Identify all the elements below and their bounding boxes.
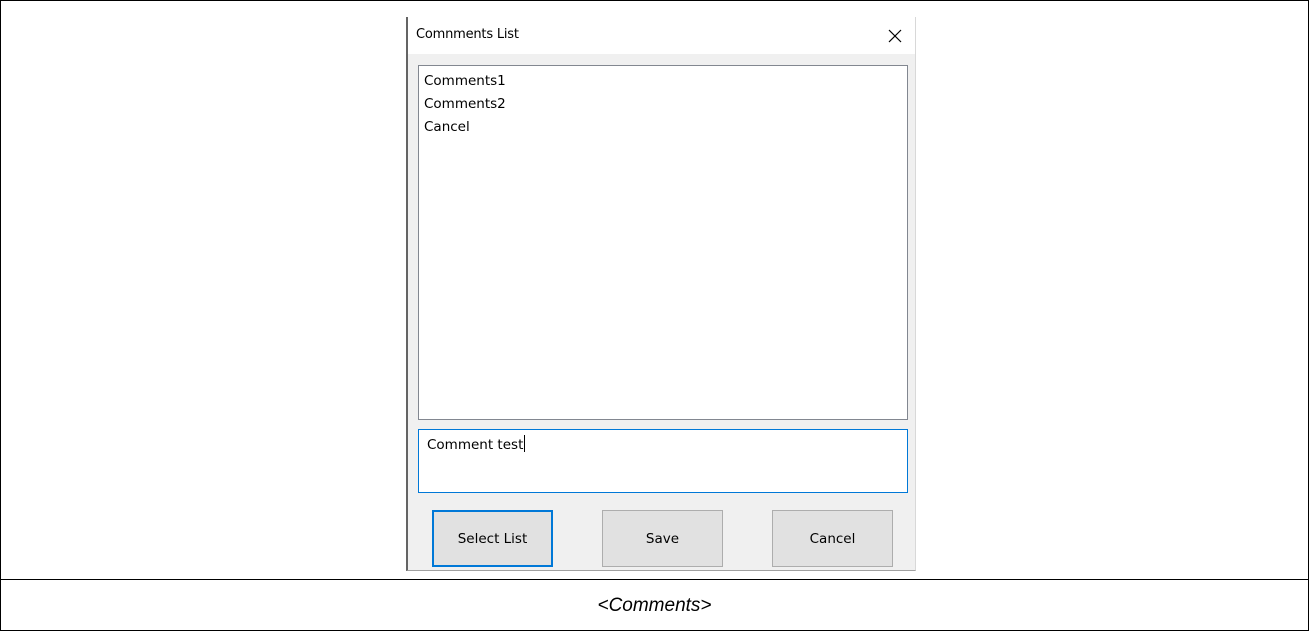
comments-listbox[interactable]: Comments1 Comments2 Cancel	[418, 65, 908, 420]
close-button[interactable]	[875, 17, 915, 54]
text-caret	[524, 435, 526, 452]
comment-input[interactable]: Comment test	[418, 429, 908, 493]
figure-caption: <Comments>	[597, 594, 712, 616]
cancel-button[interactable]: Cancel	[772, 510, 893, 567]
list-item[interactable]: Comments2	[424, 93, 902, 116]
title-bar[interactable]: Comnments List	[408, 17, 915, 54]
list-item[interactable]: Cancel	[424, 116, 902, 139]
comment-input-value: Comment test	[427, 437, 524, 453]
save-button[interactable]: Save	[602, 510, 723, 567]
comments-list-dialog: Comnments List Comments1 Comments2 Cance…	[406, 17, 916, 571]
select-list-button[interactable]: Select List	[432, 510, 553, 567]
list-item[interactable]: Comments1	[424, 70, 902, 93]
dialog-title: Comnments List	[416, 27, 519, 42]
close-icon	[888, 29, 902, 43]
